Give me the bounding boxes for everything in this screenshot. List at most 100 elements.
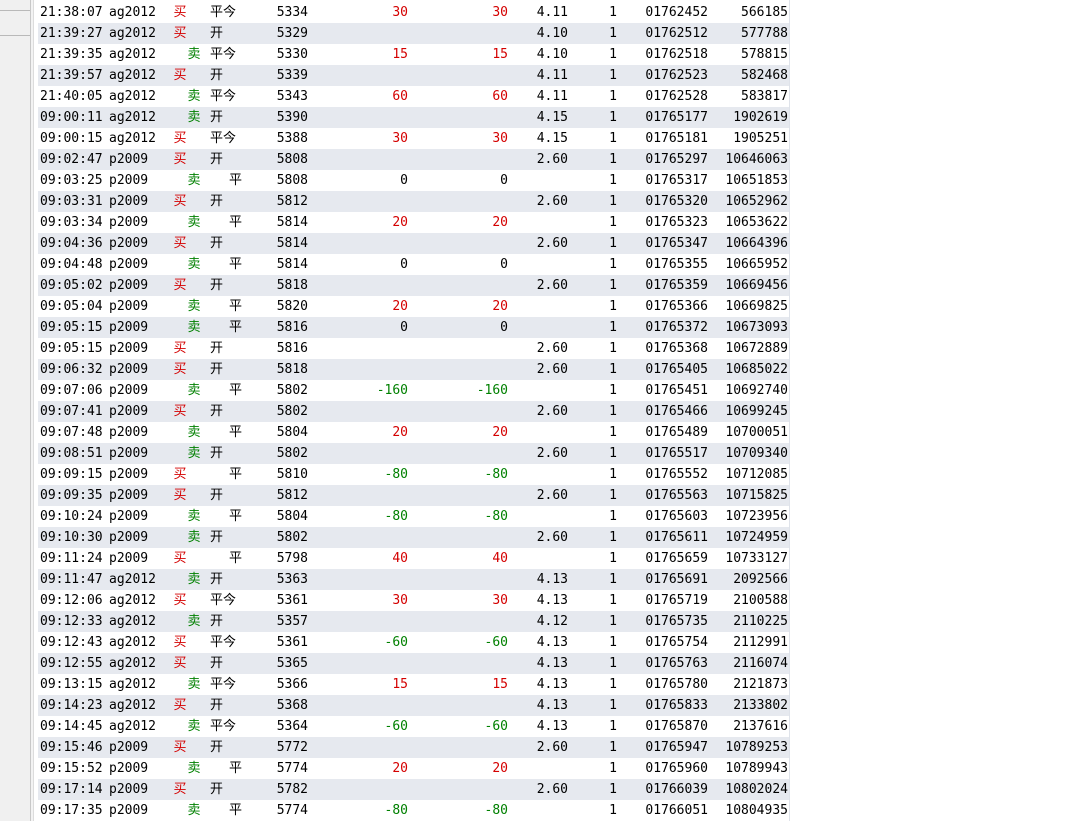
cell-close-pnl bbox=[310, 653, 408, 674]
cell-fee: 4.13 bbox=[536, 593, 568, 608]
table-row[interactable]: 09:04:48 p2009 卖 平 5814 0 0 1 01765355 1… bbox=[38, 254, 790, 275]
table-row[interactable]: 09:00:11 ag2012 卖 开 5390 4.15 1 01765177… bbox=[38, 107, 790, 128]
table-row[interactable]: 09:12:55 ag2012 买 开 5365 4.13 1 01765763… bbox=[38, 653, 790, 674]
cell-offset: 开 bbox=[210, 68, 224, 83]
cell-direction: 买 bbox=[173, 236, 187, 251]
table-row[interactable]: 09:15:52 p2009 卖 平 5774 20 20 1 01765960… bbox=[38, 758, 790, 779]
table-row[interactable]: 09:11:47 ag2012 卖 开 5363 4.13 1 01765691… bbox=[38, 569, 790, 590]
cell-close-pnl: 20 bbox=[392, 299, 408, 314]
cell-order-id: 01765780 bbox=[645, 677, 708, 692]
cell-direction: 买 bbox=[173, 341, 187, 356]
cell-close-pnl: 20 bbox=[392, 215, 408, 230]
table-row[interactable]: 09:05:15 p2009 买 开 5816 2.60 1 01765368 … bbox=[38, 338, 790, 359]
cell-order-id: 01765517 bbox=[645, 446, 708, 461]
table-row[interactable]: 09:17:35 p2009 卖 平 5774 -80 -80 1 017660… bbox=[38, 800, 790, 821]
table-row[interactable]: 21:38:07 ag2012 买 平今 5334 30 30 4.11 1 0… bbox=[38, 2, 790, 23]
cell-close-pnl-2 bbox=[410, 401, 508, 422]
table-row[interactable]: 21:39:35 ag2012 卖 平今 5330 15 15 4.10 1 0… bbox=[38, 44, 790, 65]
cell-trade-id: 10733127 bbox=[725, 551, 788, 566]
table-row[interactable]: 09:08:51 p2009 卖 开 5802 2.60 1 01765517 … bbox=[38, 443, 790, 464]
table-row[interactable]: 09:03:34 p2009 卖 平 5814 20 20 1 01765323… bbox=[38, 212, 790, 233]
table-row[interactable]: 09:00:15 ag2012 买 平今 5388 30 30 4.15 1 0… bbox=[38, 128, 790, 149]
cell-close-pnl-2 bbox=[410, 485, 508, 506]
cell-price: 5814 bbox=[276, 236, 308, 251]
cell-order-id: 01765719 bbox=[645, 593, 708, 608]
cell-fee bbox=[510, 800, 568, 821]
cell-price: 5364 bbox=[276, 719, 308, 734]
table-row[interactable]: 09:07:48 p2009 卖 平 5804 20 20 1 01765489… bbox=[38, 422, 790, 443]
cell-close-pnl-2: 40 bbox=[492, 551, 508, 566]
table-row[interactable]: 09:05:15 p2009 卖 平 5816 0 0 1 01765372 1… bbox=[38, 317, 790, 338]
cell-trade-id: 10646063 bbox=[725, 152, 788, 167]
table-row[interactable]: 09:03:31 p2009 买 开 5812 2.60 1 01765320 … bbox=[38, 191, 790, 212]
cell-direction: 卖 bbox=[187, 299, 201, 314]
cell-direction: 卖 bbox=[187, 383, 201, 398]
table-row[interactable]: 09:14:45 ag2012 卖 平今 5364 -60 -60 4.13 1… bbox=[38, 716, 790, 737]
table-row[interactable]: 21:39:57 ag2012 买 开 5339 4.11 1 01762523… bbox=[38, 65, 790, 86]
cell-volume: 1 bbox=[609, 530, 617, 545]
cell-trade-id: 10789253 bbox=[725, 740, 788, 755]
cell-close-pnl-2: 20 bbox=[492, 299, 508, 314]
cell-trade-id: 2092566 bbox=[733, 572, 788, 587]
cell-fee: 2.60 bbox=[536, 530, 568, 545]
cell-offset: 开 bbox=[210, 194, 224, 209]
table-row[interactable]: 09:02:47 p2009 买 开 5808 2.60 1 01765297 … bbox=[38, 149, 790, 170]
cell-fee bbox=[510, 422, 568, 443]
table-row[interactable]: 09:07:41 p2009 买 开 5802 2.60 1 01765466 … bbox=[38, 401, 790, 422]
table-row[interactable]: 09:12:43 ag2012 买 平今 5361 -60 -60 4.13 1… bbox=[38, 632, 790, 653]
cell-fee bbox=[510, 506, 568, 527]
table-row[interactable]: 09:07:06 p2009 卖 平 5802 -160 -160 1 0176… bbox=[38, 380, 790, 401]
cell-instrument: ag2012 bbox=[109, 719, 156, 734]
cell-close-pnl: 0 bbox=[400, 320, 408, 335]
cell-direction: 卖 bbox=[187, 425, 201, 440]
cell-volume: 1 bbox=[609, 26, 617, 41]
cell-instrument: ag2012 bbox=[109, 89, 156, 104]
table-row[interactable]: 21:40:05 ag2012 卖 平今 5343 60 60 4.11 1 0… bbox=[38, 86, 790, 107]
cell-close-pnl-2: -60 bbox=[484, 719, 508, 734]
cell-volume: 1 bbox=[609, 740, 617, 755]
cell-price: 5798 bbox=[276, 551, 308, 566]
table-row[interactable]: 21:39:27 ag2012 买 开 5329 4.10 1 01762512… bbox=[38, 23, 790, 44]
table-row[interactable]: 09:10:24 p2009 卖 平 5804 -80 -80 1 017656… bbox=[38, 506, 790, 527]
cell-close-pnl bbox=[310, 23, 408, 44]
cell-offset: 平 bbox=[228, 173, 242, 188]
cell-order-id: 01765323 bbox=[645, 215, 708, 230]
table-row[interactable]: 09:17:14 p2009 买 开 5782 2.60 1 01766039 … bbox=[38, 779, 790, 800]
cell-instrument: p2009 bbox=[109, 362, 149, 377]
table-row[interactable]: 09:04:36 p2009 买 开 5814 2.60 1 01765347 … bbox=[38, 233, 790, 254]
table-row[interactable]: 09:03:25 p2009 卖 平 5808 0 0 1 01765317 1… bbox=[38, 170, 790, 191]
cell-direction: 卖 bbox=[187, 803, 201, 818]
table-row[interactable]: 09:09:35 p2009 买 开 5812 2.60 1 01765563 … bbox=[38, 485, 790, 506]
table-row[interactable]: 09:11:24 p2009 买 平 5798 40 40 1 01765659… bbox=[38, 548, 790, 569]
table-row[interactable]: 09:14:23 ag2012 买 开 5368 4.13 1 01765833… bbox=[38, 695, 790, 716]
cell-volume: 1 bbox=[609, 803, 617, 818]
pane-splitter[interactable] bbox=[30, 0, 34, 821]
cell-close-pnl-2 bbox=[410, 737, 508, 758]
cell-volume: 1 bbox=[609, 383, 617, 398]
cell-close-pnl bbox=[310, 233, 408, 254]
cell-close-pnl-2 bbox=[410, 569, 508, 590]
cell-close-pnl-2: 20 bbox=[492, 215, 508, 230]
table-row[interactable]: 09:05:02 p2009 买 开 5818 2.60 1 01765359 … bbox=[38, 275, 790, 296]
cell-price: 5774 bbox=[276, 803, 308, 818]
table-row[interactable]: 09:12:06 ag2012 买 平今 5361 30 30 4.13 1 0… bbox=[38, 590, 790, 611]
cell-close-pnl-2 bbox=[410, 275, 508, 296]
cell-time: 09:07:06 bbox=[40, 383, 103, 398]
cell-fee: 2.60 bbox=[536, 446, 568, 461]
cell-direction: 买 bbox=[173, 593, 187, 608]
table-row[interactable]: 09:13:15 ag2012 卖 平今 5366 15 15 4.13 1 0… bbox=[38, 674, 790, 695]
cell-fee bbox=[510, 254, 568, 275]
cell-volume: 1 bbox=[609, 635, 617, 650]
cell-direction: 卖 bbox=[187, 614, 201, 629]
cell-price: 5363 bbox=[276, 572, 308, 587]
cell-close-pnl: 20 bbox=[392, 425, 408, 440]
table-row[interactable]: 09:10:30 p2009 卖 开 5802 2.60 1 01765611 … bbox=[38, 527, 790, 548]
table-row[interactable]: 09:12:33 ag2012 卖 开 5357 4.12 1 01765735… bbox=[38, 611, 790, 632]
cell-close-pnl bbox=[310, 527, 408, 548]
table-row[interactable]: 09:09:15 p2009 买 平 5810 -80 -80 1 017655… bbox=[38, 464, 790, 485]
table-row[interactable]: 09:15:46 p2009 买 开 5772 2.60 1 01765947 … bbox=[38, 737, 790, 758]
cell-order-id: 01765603 bbox=[645, 509, 708, 524]
table-row[interactable]: 09:05:04 p2009 卖 平 5820 20 20 1 01765366… bbox=[38, 296, 790, 317]
cell-trade-id: 578815 bbox=[741, 47, 788, 62]
table-row[interactable]: 09:06:32 p2009 买 开 5818 2.60 1 01765405 … bbox=[38, 359, 790, 380]
